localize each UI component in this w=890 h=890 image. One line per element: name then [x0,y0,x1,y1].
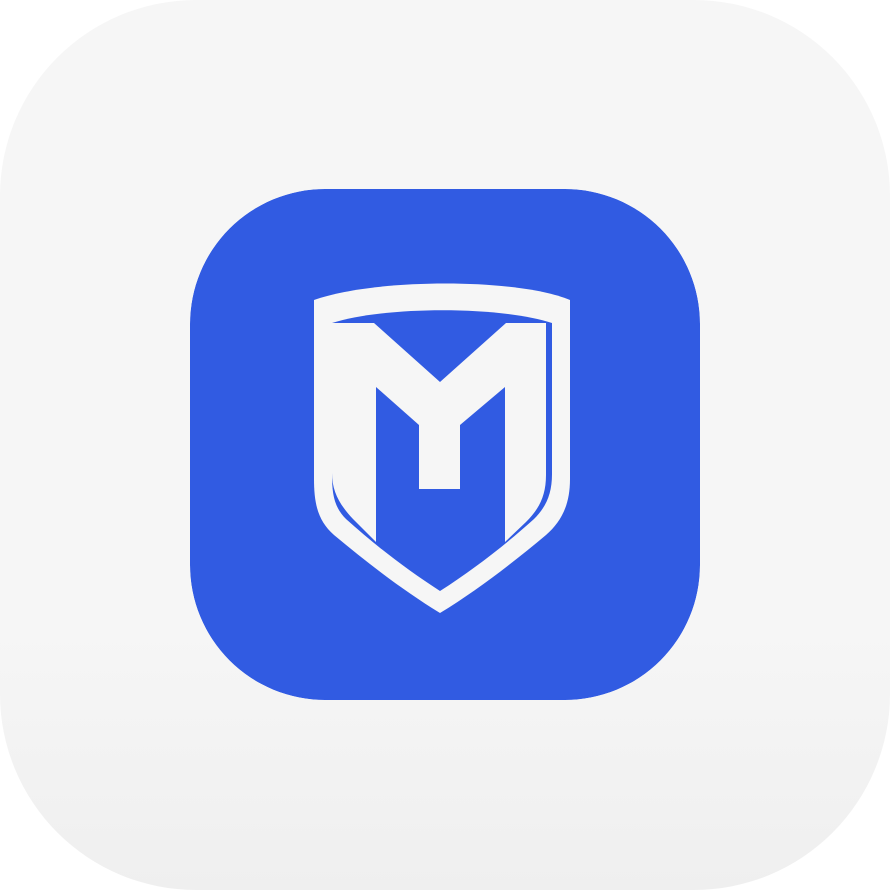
shield-m-logo-icon [190,189,700,700]
app-badge [190,189,700,700]
app-icon-tile[interactable] [0,0,890,890]
